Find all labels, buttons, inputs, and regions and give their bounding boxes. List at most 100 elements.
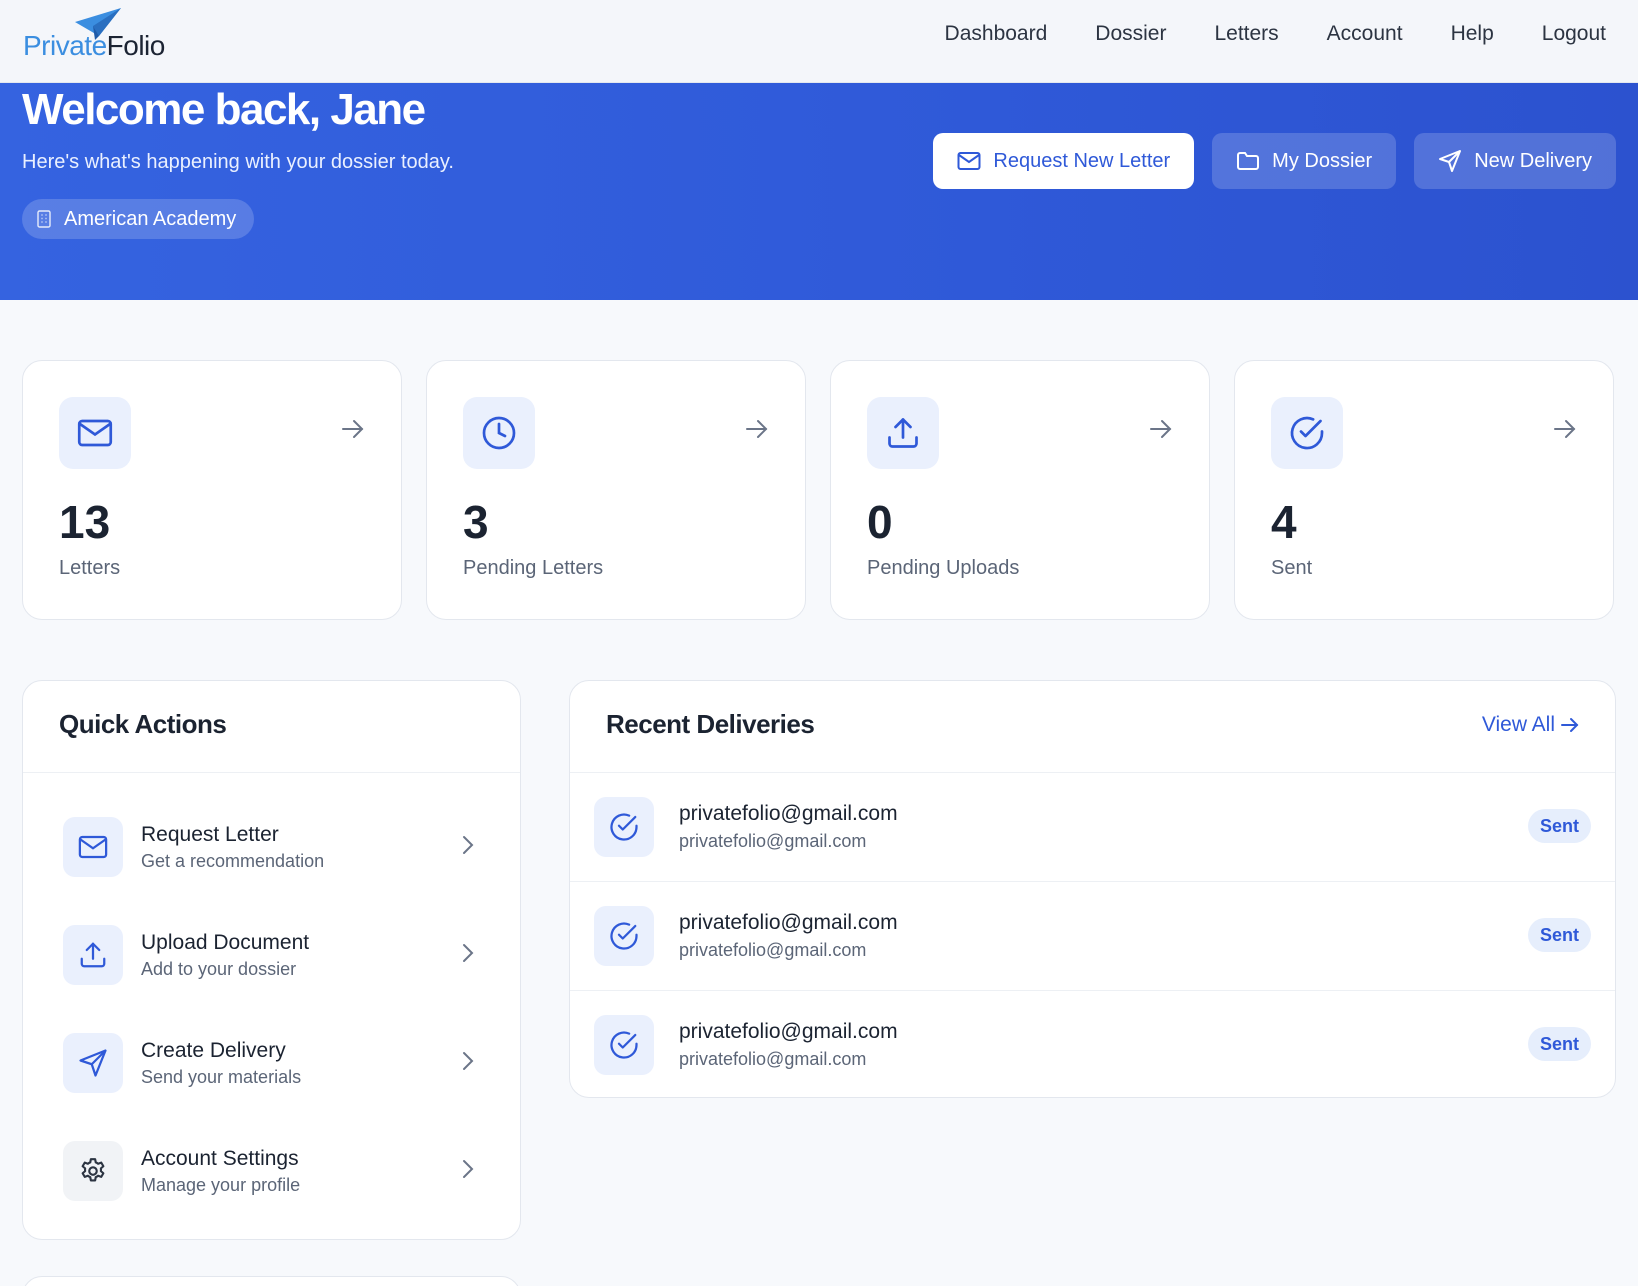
- send-icon: [79, 1049, 107, 1077]
- chevron-right-icon: [463, 1160, 474, 1178]
- delivery-icon-box: [594, 906, 654, 966]
- quick-action-icon-box: [63, 925, 123, 985]
- logo[interactable]: PrivateFolio: [23, 6, 183, 66]
- stat-card-pending-letters[interactable]: 3 Pending Letters: [426, 360, 806, 620]
- organization-name: American Academy: [64, 207, 237, 230]
- stat-value: 4: [1271, 496, 1297, 548]
- status-badge: Sent: [1527, 918, 1591, 952]
- hero-actions: Request New Letter My Dossier New Delive…: [933, 133, 1616, 189]
- nav-link-dashboard[interactable]: Dashboard: [921, 20, 1072, 48]
- logo-text: PrivateFolio: [23, 30, 165, 61]
- quick-action-title: Request Letter: [141, 823, 279, 846]
- quick-action-text: Create Delivery Send your materials: [141, 1037, 301, 1089]
- building-icon: [37, 210, 51, 228]
- chevron-right-icon: [463, 1052, 474, 1070]
- delivery-row[interactable]: privatefolio@gmail.com privatefolio@gmai…: [570, 773, 1615, 882]
- arrow-right-icon: [1554, 420, 1576, 438]
- delivery-recipient: privatefolio@gmail.com: [679, 802, 898, 825]
- nav-link-letters[interactable]: Letters: [1190, 20, 1302, 48]
- folder-icon: [1237, 152, 1260, 170]
- stat-icon-box: [867, 397, 939, 469]
- check-circle-icon: [610, 1031, 638, 1059]
- quick-action-account-settings[interactable]: Account Settings Manage your profile: [63, 1117, 480, 1225]
- quick-action-upload-document[interactable]: Upload Document Add to your dossier: [63, 901, 480, 1009]
- quick-action-icon-box: [63, 817, 123, 877]
- arrow-right-icon: [1150, 420, 1172, 438]
- chevron-right-icon: [463, 944, 474, 962]
- stat-card-pending-uploads[interactable]: 0 Pending Uploads: [830, 360, 1210, 620]
- stat-icon-box: [1271, 397, 1343, 469]
- organization-badge: American Academy: [22, 199, 255, 239]
- recent-deliveries-title: Recent Deliveries: [606, 709, 815, 739]
- request-new-letter-label: Request New Letter: [993, 149, 1171, 172]
- stat-value: 0: [867, 496, 893, 548]
- status-badge: Sent: [1527, 809, 1591, 843]
- mail-icon: [957, 152, 981, 170]
- stat-card-sent[interactable]: 4 Sent: [1234, 360, 1614, 620]
- quick-action-text: Upload Document Add to your dossier: [141, 929, 309, 981]
- quick-action-title: Create Delivery: [141, 1039, 286, 1062]
- view-all-link[interactable]: View All: [1482, 713, 1579, 737]
- quick-action-icon-box: [63, 1033, 123, 1093]
- send-icon: [1439, 150, 1462, 172]
- request-new-letter-button[interactable]: Request New Letter: [933, 133, 1195, 189]
- quick-actions-card: Quick Actions Request Letter Get a recom…: [22, 680, 521, 1240]
- delivery-email: privatefolio@gmail.com: [679, 1049, 867, 1069]
- quick-actions-list: Request Letter Get a recommendation Uplo…: [23, 773, 520, 1225]
- stat-label: Pending Uploads: [867, 557, 1020, 579]
- quick-action-description: Manage your profile: [141, 1175, 301, 1195]
- my-dossier-button[interactable]: My Dossier: [1212, 133, 1397, 189]
- quick-action-title: Account Settings: [141, 1147, 299, 1170]
- status-badge: Sent: [1527, 1027, 1591, 1061]
- stat-value: 13: [59, 496, 111, 548]
- mail-icon: [78, 835, 108, 859]
- check-circle-icon: [610, 922, 638, 950]
- stat-label: Pending Letters: [463, 557, 604, 579]
- upload-icon: [80, 942, 106, 968]
- arrow-right-icon: [746, 420, 768, 438]
- stat-icon-box: [59, 397, 131, 469]
- next-card-edge: [22, 1276, 521, 1286]
- quick-action-request-letter[interactable]: Request Letter Get a recommendation: [63, 793, 480, 901]
- nav-link-logout[interactable]: Logout: [1518, 20, 1630, 48]
- quick-action-description: Get a recommendation: [141, 851, 325, 871]
- arrow-right-icon: [1561, 718, 1579, 732]
- quick-actions-header: Quick Actions: [23, 681, 520, 773]
- stats-row: 13 Letters 3 Pending Letters 0 Pending U…: [22, 360, 1616, 620]
- stat-value: 3: [463, 496, 489, 548]
- delivery-email: privatefolio@gmail.com: [679, 831, 867, 851]
- nav-link-dossier[interactable]: Dossier: [1071, 20, 1190, 48]
- delivery-recipient: privatefolio@gmail.com: [679, 911, 898, 934]
- upload-icon: [888, 418, 918, 448]
- stat-icon-box: [463, 397, 535, 469]
- quick-action-text: Request Letter Get a recommendation: [141, 821, 324, 873]
- view-all-label: View All: [1481, 713, 1555, 736]
- delivery-row[interactable]: privatefolio@gmail.com privatefolio@gmai…: [570, 991, 1615, 1100]
- top-nav: PrivateFolio Dashboard Dossier Letters A…: [0, 0, 1638, 83]
- quick-actions-title: Quick Actions: [59, 709, 227, 739]
- stat-label: Sent: [1271, 557, 1313, 579]
- my-dossier-label: My Dossier: [1272, 149, 1373, 172]
- mail-icon: [77, 419, 113, 447]
- nav-link-account[interactable]: Account: [1303, 20, 1427, 48]
- quick-action-create-delivery[interactable]: Create Delivery Send your materials: [63, 1009, 480, 1117]
- quick-action-description: Send your materials: [141, 1067, 302, 1087]
- quick-action-title: Upload Document: [141, 931, 310, 954]
- delivery-icon-box: [594, 1015, 654, 1075]
- clock-icon: [482, 416, 516, 450]
- stat-card-letters[interactable]: 13 Letters: [22, 360, 402, 620]
- delivery-email: privatefolio@gmail.com: [679, 940, 867, 960]
- quick-action-text: Account Settings Manage your profile: [141, 1145, 300, 1197]
- new-delivery-label: New Delivery: [1474, 149, 1592, 172]
- page-title: Welcome back, Jane: [22, 85, 426, 134]
- stat-label: Letters: [59, 557, 121, 579]
- delivery-row[interactable]: privatefolio@gmail.com privatefolio@gmai…: [570, 882, 1615, 991]
- gear-icon: [81, 1158, 105, 1182]
- nav-link-help[interactable]: Help: [1427, 20, 1518, 48]
- arrow-right-icon: [342, 420, 364, 438]
- chevron-right-icon: [463, 836, 474, 854]
- quick-action-description: Add to your dossier: [141, 959, 297, 979]
- new-delivery-button[interactable]: New Delivery: [1414, 133, 1616, 189]
- hero-banner: Welcome back, Jane Here's what's happeni…: [0, 83, 1638, 300]
- recent-deliveries-header: Recent Deliveries View All: [570, 681, 1615, 773]
